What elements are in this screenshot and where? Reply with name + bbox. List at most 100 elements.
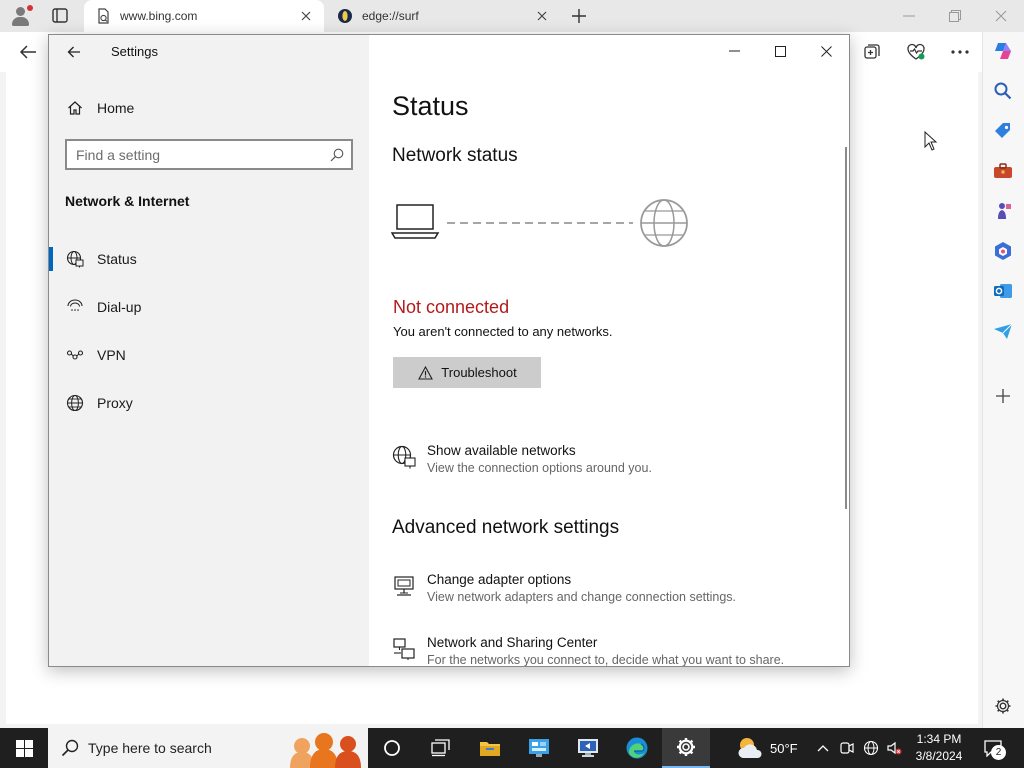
taskbar-search-box[interactable]: Type here to search bbox=[48, 728, 368, 768]
file-explorer-icon[interactable] bbox=[466, 728, 514, 768]
option-description: View network adapters and change connect… bbox=[427, 590, 736, 604]
windows-taskbar: Type here to search 50°F 1:34 PM 3/8/202… bbox=[0, 728, 1024, 768]
browser-tab-bing[interactable]: www.bing.com bbox=[84, 0, 324, 32]
change-adapter-options-link[interactable]: Change adapter options View network adap… bbox=[391, 572, 831, 604]
connection-state: Not connected bbox=[393, 297, 510, 317]
show-hidden-icons-chevron-icon[interactable] bbox=[813, 738, 833, 758]
volume-muted-icon[interactable] bbox=[884, 738, 904, 758]
option-title: Change adapter options bbox=[427, 572, 572, 587]
browser-tab-surf[interactable]: edge://surf bbox=[326, 0, 560, 32]
weather-temperature: 50°F bbox=[770, 740, 798, 756]
tab-title: www.bing.com bbox=[120, 9, 198, 23]
nav-item-proxy[interactable]: Proxy bbox=[49, 379, 369, 427]
browser-minimize-icon[interactable] bbox=[893, 4, 925, 28]
section-title: Network & Internet bbox=[65, 193, 190, 209]
nav-home[interactable]: Home bbox=[65, 95, 355, 121]
nav-item-label: Proxy bbox=[97, 395, 133, 411]
network-status-heading: Network status bbox=[392, 145, 518, 166]
windows-logo-icon bbox=[15, 739, 33, 757]
nav-item-vpn[interactable]: VPN bbox=[49, 331, 369, 379]
content-scrollbar[interactable] bbox=[845, 147, 847, 509]
search-highlight-illustration-icon bbox=[290, 733, 361, 768]
search-icon[interactable] bbox=[323, 141, 351, 168]
nav-home-label: Home bbox=[97, 100, 135, 116]
settings-window: Settings Home Network & Internet Status bbox=[48, 34, 850, 667]
troubleshoot-label: Troubleshoot bbox=[441, 365, 517, 380]
globe-grid-icon bbox=[65, 249, 85, 269]
copilot-icon[interactable] bbox=[992, 40, 1014, 62]
remote-desktop-icon[interactable] bbox=[564, 728, 612, 768]
app-title: Settings bbox=[111, 44, 158, 59]
add-sidebar-app-icon[interactable] bbox=[992, 385, 1014, 407]
globe-grid-icon bbox=[391, 443, 417, 469]
drop-send-icon[interactable] bbox=[992, 320, 1014, 342]
browser-essentials-icon[interactable] bbox=[904, 40, 928, 64]
search-icon[interactable] bbox=[992, 80, 1014, 102]
browser-close-icon[interactable] bbox=[985, 4, 1017, 28]
search-icon bbox=[60, 738, 80, 758]
nav-item-label: Status bbox=[97, 251, 137, 267]
tab-actions-icon[interactable] bbox=[50, 7, 70, 25]
option-description: View the connection options around you. bbox=[427, 461, 652, 475]
sharing-center-icon bbox=[391, 635, 417, 661]
network-status-diagram bbox=[390, 195, 691, 251]
clock-date: 3/8/2024 bbox=[915, 749, 963, 763]
edge-browser-icon[interactable] bbox=[613, 728, 661, 768]
option-title: Show available networks bbox=[427, 443, 576, 458]
tab-title: edge://surf bbox=[362, 9, 419, 23]
internet-globe-icon bbox=[640, 199, 688, 247]
option-title: Network and Sharing Center bbox=[427, 635, 598, 650]
action-center-button[interactable]: 2 bbox=[980, 736, 1006, 760]
cortana-circle-icon[interactable] bbox=[368, 728, 416, 768]
microsoft-365-icon[interactable] bbox=[992, 240, 1014, 262]
task-view-icon[interactable] bbox=[416, 728, 464, 768]
nav-item-dial-up[interactable]: Dial-up bbox=[49, 283, 369, 331]
advanced-network-settings-heading: Advanced network settings bbox=[392, 517, 620, 538]
clock-time: 1:34 PM bbox=[916, 732, 962, 746]
taskbar-clock[interactable]: 1:34 PM 3/8/2024 bbox=[908, 731, 970, 765]
page-favicon-icon bbox=[94, 7, 112, 25]
more-options-icon[interactable] bbox=[948, 40, 972, 64]
settings-nav-pane: Settings Home Network & Internet Status bbox=[49, 35, 369, 666]
browser-back-icon[interactable] bbox=[16, 40, 40, 64]
close-tab-icon[interactable] bbox=[534, 8, 550, 24]
page-title: Status bbox=[392, 91, 469, 121]
find-setting-input[interactable] bbox=[67, 146, 323, 163]
window-controls bbox=[711, 35, 849, 67]
collections-icon[interactable] bbox=[860, 40, 884, 64]
browser-restore-icon[interactable] bbox=[939, 4, 971, 28]
selection-indicator bbox=[49, 247, 53, 271]
profile-avatar-icon[interactable] bbox=[8, 4, 34, 28]
control-panel-icon[interactable] bbox=[515, 728, 563, 768]
close-tab-icon[interactable] bbox=[298, 8, 314, 24]
troubleshoot-button[interactable]: Troubleshoot bbox=[393, 357, 541, 388]
edge-sidebar bbox=[982, 32, 1024, 728]
mouse-cursor-icon bbox=[924, 131, 938, 151]
shopping-tag-icon[interactable] bbox=[992, 120, 1014, 142]
tools-briefcase-icon[interactable] bbox=[992, 160, 1014, 182]
weather-widget[interactable]: 50°F bbox=[736, 734, 802, 762]
meet-now-icon[interactable] bbox=[837, 738, 857, 758]
nav-item-label: Dial-up bbox=[97, 299, 142, 315]
new-tab-icon[interactable] bbox=[569, 6, 589, 26]
find-setting-search[interactable] bbox=[65, 139, 353, 170]
nav-item-label: VPN bbox=[97, 347, 126, 363]
show-available-networks-link[interactable]: Show available networks View the connect… bbox=[391, 443, 831, 475]
close-icon[interactable] bbox=[803, 35, 849, 67]
partly-cloudy-icon bbox=[738, 738, 762, 758]
minimize-icon[interactable] bbox=[711, 35, 757, 67]
sidebar-settings-gear-icon[interactable] bbox=[992, 695, 1014, 717]
back-arrow-icon[interactable] bbox=[63, 41, 85, 63]
globe-icon bbox=[65, 393, 85, 413]
surf-favicon-icon bbox=[336, 7, 354, 25]
settings-app-gear-icon[interactable] bbox=[662, 728, 710, 768]
outlook-icon[interactable] bbox=[992, 280, 1014, 302]
start-button[interactable] bbox=[0, 728, 48, 768]
network-globe-icon[interactable] bbox=[861, 738, 881, 758]
maximize-icon[interactable] bbox=[757, 35, 803, 67]
adapter-icon bbox=[391, 572, 417, 598]
nav-item-status[interactable]: Status bbox=[49, 235, 369, 283]
dial-up-icon bbox=[65, 297, 85, 317]
network-sharing-center-link[interactable]: Network and Sharing Center For the netwo… bbox=[391, 635, 831, 666]
games-chess-icon[interactable] bbox=[992, 200, 1014, 222]
